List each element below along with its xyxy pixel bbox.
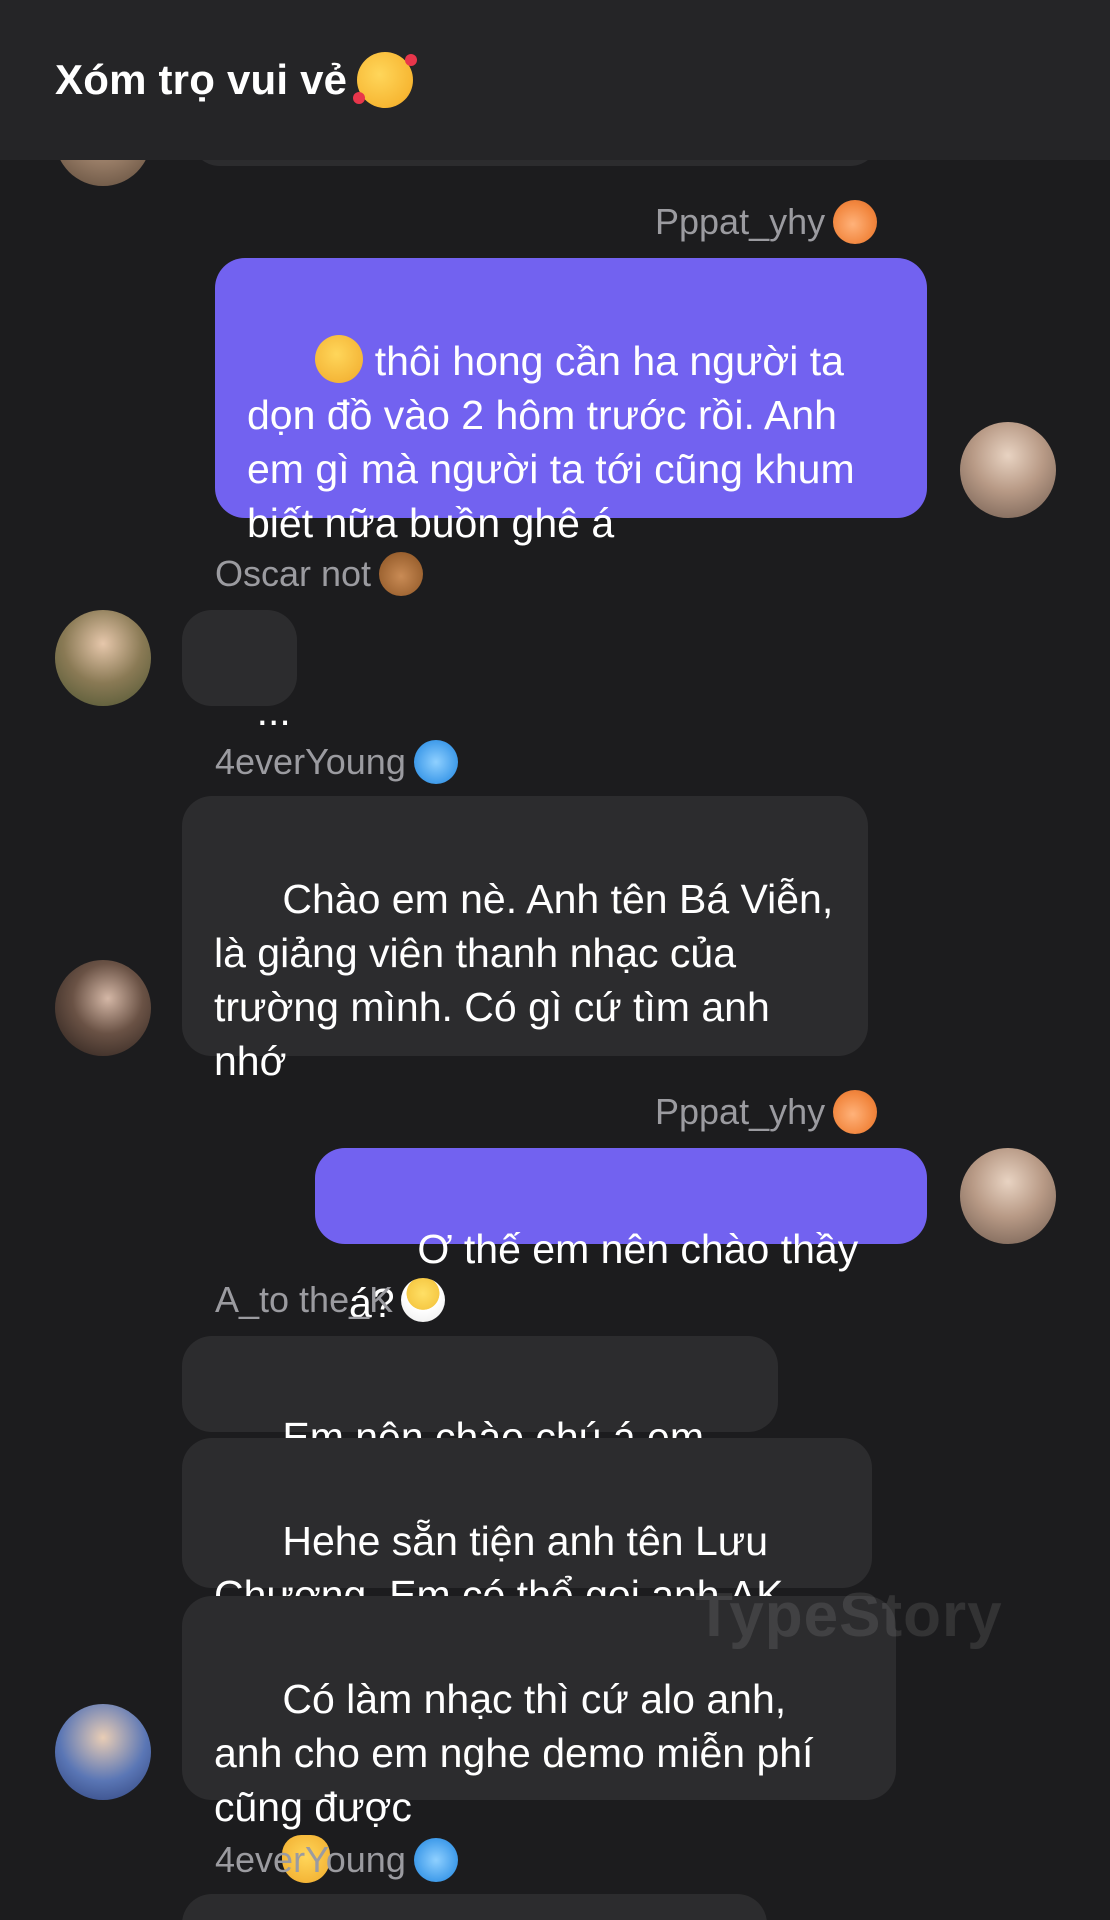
- watermark: TypeStory: [695, 1581, 1003, 1650]
- sender-name-text: 4everYoung: [215, 1839, 406, 1880]
- bear-icon: [379, 552, 424, 596]
- weary-face-icon: [315, 335, 364, 383]
- message-bubble[interactable]: Em nên chào chú á em: [182, 1336, 778, 1513]
- peach-icon: [833, 1090, 878, 1134]
- peach-icon: [833, 200, 878, 244]
- message-text: Chào em nè. Anh tên Bá Viễn, là giảng vi…: [214, 876, 845, 1084]
- sender-name-text: A_to the_K: [215, 1279, 394, 1320]
- avatar-oscar[interactable]: [55, 610, 151, 706]
- sender-name-text: 4everYoung: [215, 741, 406, 782]
- message-list[interactable]: Pppat_yhy thôi hong cần ha người ta dọn …: [0, 160, 1110, 1920]
- sender-name: 4everYoung: [215, 1838, 458, 1882]
- group-title[interactable]: Xóm trọ vui vẻ: [55, 52, 418, 108]
- sender-name-text: Oscar not: [215, 553, 372, 594]
- butterfly-icon: [413, 740, 458, 784]
- chat-screen: Xóm trọ vui vẻ Pppat_yhy thôi hong cần h…: [0, 0, 1110, 1920]
- avatar-pppat[interactable]: [960, 422, 1056, 518]
- sender-name: Pppat_yhy: [655, 1090, 878, 1134]
- avatar-pppat[interactable]: [960, 1148, 1056, 1244]
- chat-header: Xóm trọ vui vẻ: [0, 0, 1110, 160]
- sender-name: Oscar not: [215, 552, 424, 596]
- message-text: Có làm nhạc thì cứ alo anh, anh cho em n…: [214, 1676, 825, 1830]
- sender-name: A_to the_K: [215, 1278, 446, 1322]
- message-text: ...: [256, 688, 291, 734]
- previous-message-edge: [190, 160, 880, 166]
- sender-name-text: Pppat_yhy: [655, 1091, 826, 1132]
- message-bubble[interactable]: Chào em nè. Anh tên Bá Viễn, là giảng vi…: [182, 796, 868, 1084]
- hatching-chick-icon: [401, 1278, 446, 1322]
- message-bubble[interactable]: Ơ thế em nên chào thầy á?: [315, 1148, 927, 1326]
- sender-name-text: Pppat_yhy: [655, 201, 826, 242]
- avatar-4everyoung[interactable]: [55, 960, 151, 1056]
- sender-name: Pppat_yhy: [655, 200, 878, 244]
- sender-name: 4everYoung: [215, 740, 458, 784]
- butterfly-icon: [413, 1838, 458, 1882]
- message-bubble[interactable]: Hehe sẵn tiện anh tên Lưu Chương. Em có …: [182, 1438, 872, 1618]
- group-title-text: Xóm trọ vui vẻ: [55, 56, 348, 103]
- message-bubble-partial[interactable]: [182, 1894, 767, 1920]
- avatar-partial[interactable]: [55, 160, 151, 186]
- message-bubble[interactable]: thôi hong cần ha người ta dọn đồ vào 2 h…: [215, 258, 927, 546]
- message-bubble[interactable]: ...: [182, 610, 297, 734]
- avatar-a-to-the-k[interactable]: [55, 1704, 151, 1800]
- smiling-face-with-hearts-icon: [353, 52, 418, 108]
